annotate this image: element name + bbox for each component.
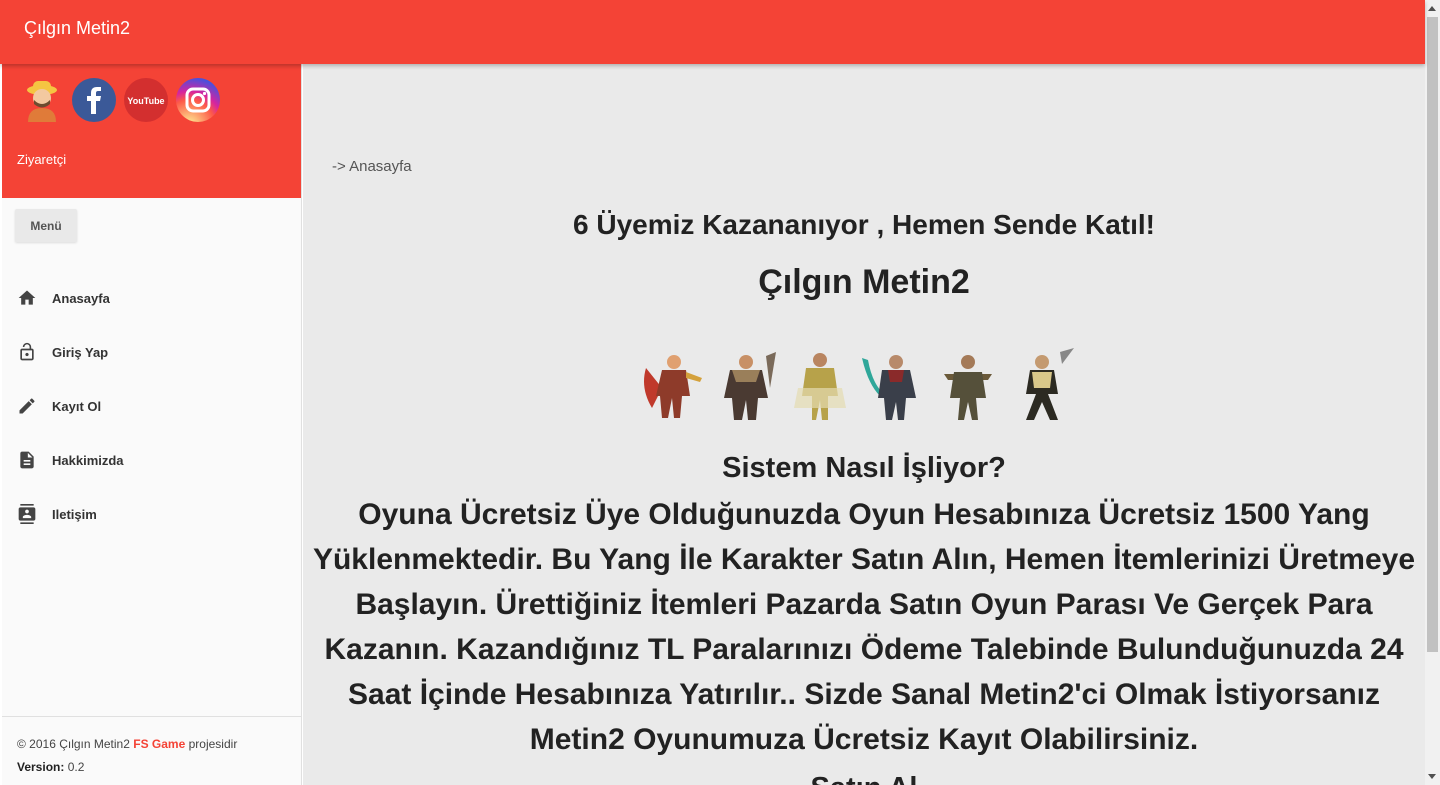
sidebar-item-hakkimizda[interactable]: Hakkimizda	[2, 433, 302, 487]
copyright-suffix: projesidir	[188, 737, 238, 751]
scroll-down-icon[interactable]	[1428, 774, 1436, 779]
cut-off-heading: Satın Al	[303, 772, 1425, 785]
youtube-wordmark: YouTube	[127, 96, 164, 106]
version-value: 0.2	[67, 760, 85, 774]
scroll-up-icon[interactable]	[1428, 6, 1436, 11]
sidebar-item-label: Giriş Yap	[52, 344, 109, 360]
breadcrumb: -> Anasayfa	[332, 158, 412, 175]
sidebar-item-label: Iletişim	[52, 506, 97, 522]
copyright-line: © 2016 Çılgın Metin2 FS Game projesidir	[17, 733, 287, 756]
page-scrollbar[interactable]	[1425, 0, 1440, 785]
lock-icon	[16, 341, 38, 363]
character-figure	[1026, 348, 1074, 420]
game-characters-banner	[636, 348, 1078, 424]
pencil-icon	[16, 395, 38, 417]
brand-link[interactable]: FS Game	[133, 737, 185, 751]
sidebar-nav: Anasayfa Giriş Yap Kayıt Ol Hakkimizda I…	[2, 271, 302, 541]
sidebar-item-anasayfa[interactable]: Anasayfa	[2, 271, 302, 325]
character-figure	[944, 355, 992, 420]
contact-icon	[16, 503, 38, 525]
app-title[interactable]: Çılgın Metin2	[24, 18, 130, 39]
top-app-bar: Çılgın Metin2	[0, 0, 1425, 64]
character-figure	[862, 355, 916, 420]
sidebar-header: YouTube Ziyaretçi	[2, 64, 301, 198]
version-line: Version: 0.2	[17, 756, 287, 779]
sidebar: YouTube Ziyaretçi Menü Anasayfa Giriş Ya…	[2, 64, 302, 785]
sidebar-item-kayit-ol[interactable]: Kayıt Ol	[2, 379, 302, 433]
system-description: Oyuna Ücretsiz Üye Olduğunuzda Oyun Hesa…	[312, 498, 1416, 756]
sidebar-item-label: Kayıt Ol	[52, 398, 102, 414]
social-links: YouTube	[20, 78, 220, 122]
character-figure	[644, 355, 702, 418]
menu-button[interactable]: Menü	[15, 209, 77, 242]
youtube-icon[interactable]: YouTube	[124, 78, 168, 122]
members-headline: 6 Üyemiz Kazananıyor , Hemen Sende Katıl…	[573, 209, 1155, 240]
version-label: Version:	[17, 760, 65, 774]
sidebar-item-label: Anasayfa	[52, 290, 110, 306]
visitor-label: Ziyaretçi	[17, 152, 67, 167]
site-title: Çılgın Metin2	[758, 263, 970, 301]
character-figure	[794, 353, 846, 420]
section-title: Sistem Nasıl İşliyor?	[722, 452, 1006, 484]
user-avatar-icon[interactable]	[20, 78, 64, 122]
facebook-icon[interactable]	[72, 78, 116, 122]
sidebar-item-iletisim[interactable]: Iletişim	[2, 487, 302, 541]
scrollbar-thumb[interactable]	[1427, 17, 1438, 652]
character-figure	[724, 352, 776, 420]
sidebar-footer: © 2016 Çılgın Metin2 FS Game projesidir …	[2, 716, 302, 779]
home-icon	[16, 287, 38, 309]
sidebar-item-giris-yap[interactable]: Giriş Yap	[2, 325, 302, 379]
document-icon	[16, 449, 38, 471]
main-content: -> Anasayfa 6 Üyemiz Kazananıyor , Hemen…	[303, 64, 1425, 785]
sidebar-item-label: Hakkimizda	[52, 452, 124, 468]
instagram-icon[interactable]	[176, 78, 220, 122]
copyright-text: © 2016 Çılgın Metin2	[17, 737, 130, 751]
